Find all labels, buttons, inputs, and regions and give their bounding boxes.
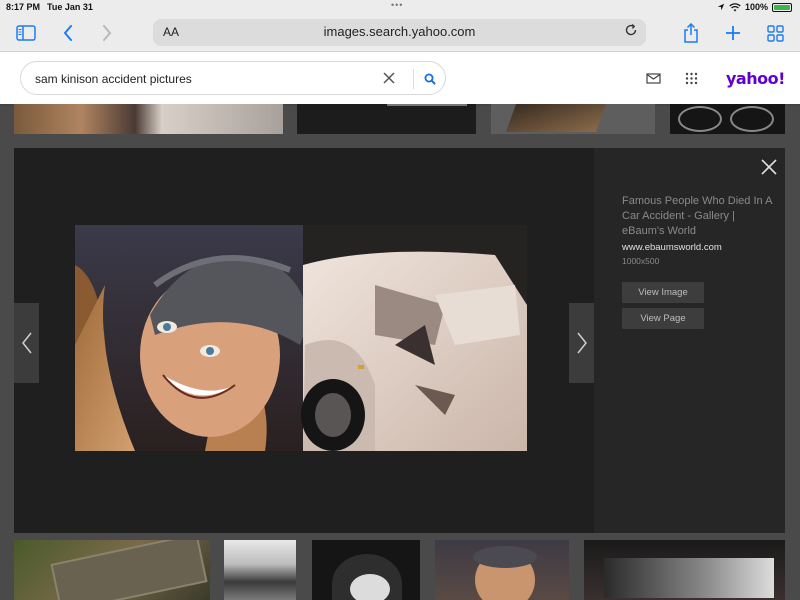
chevron-left-icon: [21, 332, 32, 354]
result-thumbnail[interactable]: [14, 540, 210, 600]
location-icon: [717, 3, 725, 11]
plus-icon[interactable]: [722, 22, 744, 44]
status-time: 8:17 PM: [6, 2, 41, 12]
tabs-grid-icon[interactable]: [764, 22, 786, 44]
status-date: Tue Jan 31: [47, 2, 93, 12]
search-query[interactable]: sam kinison accident pictures: [35, 72, 192, 86]
chevron-left-icon: [64, 25, 72, 41]
multitasking-dots-icon[interactable]: •••: [391, 0, 403, 10]
result-thumbnail[interactable]: [14, 104, 283, 134]
status-right: 100%: [717, 2, 792, 12]
close-icon[interactable]: [383, 68, 395, 89]
status-bar: 8:17 PM Tue Jan 31 ••• 100%: [0, 0, 800, 14]
view-image-button[interactable]: View Image: [622, 282, 704, 303]
browser-toolbar: AA images.search.yahoo.com: [0, 14, 800, 52]
image-title[interactable]: Famous People Who Died In A Car Accident…: [622, 194, 772, 239]
result-thumbnail[interactable]: [670, 104, 785, 134]
back-button[interactable]: [57, 22, 79, 44]
result-thumbnail[interactable]: [224, 540, 296, 600]
result-thumbnail[interactable]: [491, 104, 655, 134]
battery-percent: 100%: [744, 2, 768, 12]
yahoo-logo[interactable]: yahoo!: [726, 69, 785, 88]
view-page-button[interactable]: View Page: [622, 308, 704, 329]
battery-icon: [772, 2, 792, 12]
reload-icon[interactable]: [624, 23, 638, 40]
result-thumbnail[interactable]: [297, 104, 476, 134]
image-source-domain[interactable]: www.ebaumsworld.com: [622, 242, 722, 253]
chevron-right-icon: [103, 25, 111, 41]
chevron-right-icon: [576, 332, 587, 354]
previous-image-button[interactable]: [14, 303, 39, 383]
image-lightbox: Famous People Who Died In A Car Accident…: [14, 148, 785, 533]
apps-grid-icon[interactable]: [683, 70, 699, 86]
yahoo-header: sam kinison accident pictures yahoo!: [0, 52, 800, 104]
result-thumbnail[interactable]: [435, 540, 569, 600]
image-dimensions: 1000x500: [622, 256, 660, 266]
search-button[interactable]: [419, 68, 441, 90]
mail-icon[interactable]: [645, 70, 661, 86]
sidebar-icon[interactable]: [15, 22, 37, 44]
address-text[interactable]: images.search.yahoo.com: [153, 24, 646, 39]
search-icon: [424, 73, 436, 85]
share-icon[interactable]: [680, 22, 702, 44]
result-thumbnail[interactable]: [584, 540, 785, 600]
result-thumbnail[interactable]: [312, 540, 420, 600]
next-image-button[interactable]: [569, 303, 594, 383]
preview-image[interactable]: [75, 225, 527, 451]
wifi-icon: [729, 2, 741, 11]
address-bar[interactable]: AA images.search.yahoo.com: [153, 19, 646, 46]
search-divider: [413, 69, 414, 89]
close-icon[interactable]: [760, 158, 778, 176]
search-input[interactable]: sam kinison accident pictures: [20, 61, 446, 95]
image-details-panel: Famous People Who Died In A Car Accident…: [594, 148, 785, 533]
forward-button[interactable]: [96, 22, 118, 44]
